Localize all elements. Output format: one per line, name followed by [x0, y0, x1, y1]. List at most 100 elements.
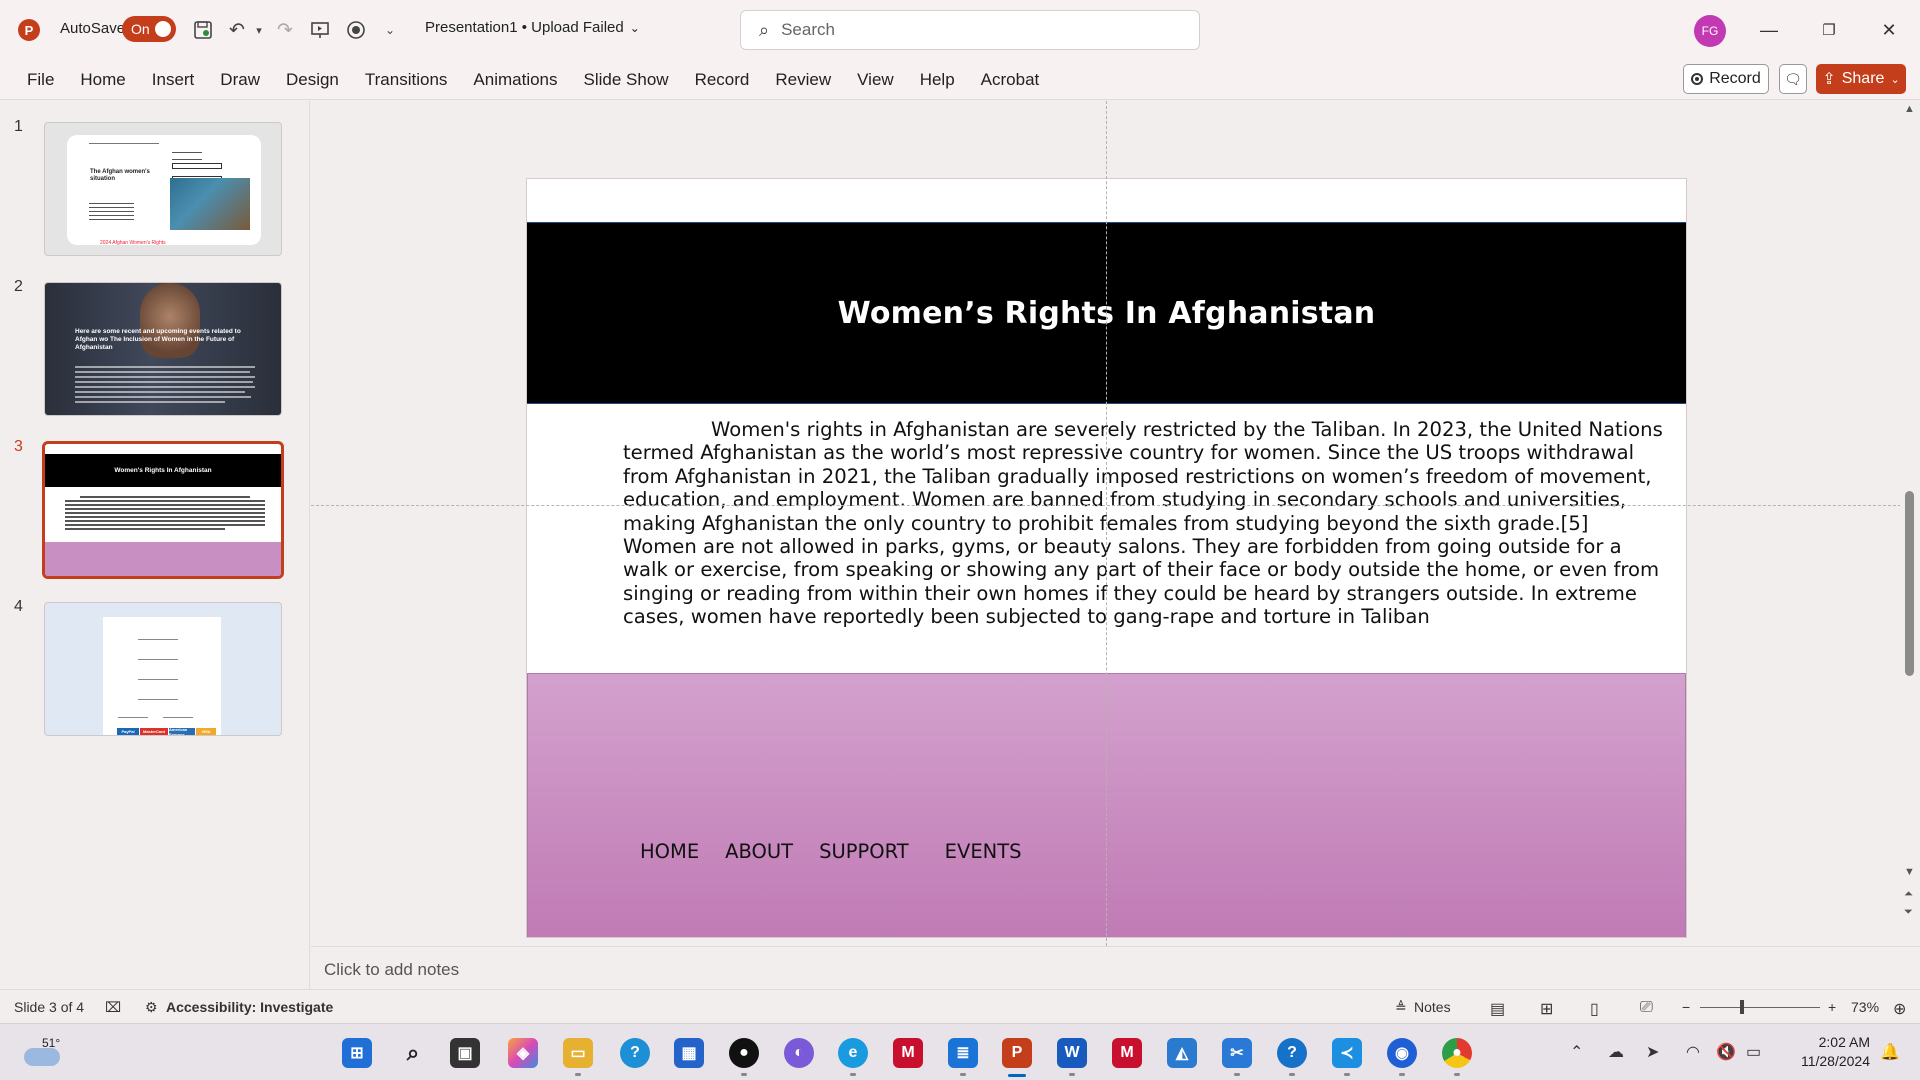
slide-sorter-icon[interactable]: ⊞ [1540, 999, 1553, 1019]
slide-thumbnail-4[interactable]: PayPal MasterCard American Express VISA [44, 602, 282, 736]
thumbnail-text-line [65, 508, 265, 510]
thumbnail-text-line [75, 396, 251, 398]
notes-placeholder[interactable]: Click to add notes [324, 960, 459, 980]
undo-dropdown-icon[interactable]: ▾ [246, 17, 272, 43]
zoom-out-icon[interactable]: − [1682, 999, 1690, 1015]
zoom-level[interactable]: 73% [1851, 999, 1879, 1015]
nav-events[interactable]: EVENTS [945, 840, 1022, 863]
tab-transitions[interactable]: Transitions [352, 70, 461, 90]
customize-toolbar-icon[interactable]: ⌄ [377, 17, 403, 43]
previous-slide-icon[interactable]: ⏶ [1904, 888, 1913, 901]
from-beginning-icon[interactable] [307, 17, 333, 43]
tab-review[interactable]: Review [762, 70, 844, 90]
clock-time: 2:02 AM [1818, 1034, 1870, 1050]
minimize-icon[interactable]: — [1746, 14, 1792, 46]
normal-view-icon[interactable]: ▤ [1490, 999, 1505, 1019]
scroll-down-icon[interactable]: ▼ [1904, 866, 1915, 878]
record-icon[interactable] [343, 17, 369, 43]
slide-thumbnail-1[interactable]: The Afghan women's situation 2024 Afghan… [44, 122, 282, 256]
record-button[interactable]: Record [1683, 64, 1769, 94]
tab-draw[interactable]: Draw [207, 70, 273, 90]
search-placeholder: Search [781, 20, 835, 39]
autosave-toggle[interactable]: On [122, 16, 176, 42]
slide-number: 1 [14, 118, 23, 135]
tab-acrobat[interactable]: Acrobat [968, 70, 1053, 90]
onedrive-error-icon[interactable]: ☁ [1608, 1042, 1624, 1062]
vertical-scrollbar[interactable]: ▲ ▼ ⏶ ⏷ [1900, 101, 1920, 946]
copilot-icon[interactable]: ◈ [508, 1038, 538, 1068]
tab-file[interactable]: File [14, 70, 67, 90]
search-input[interactable]: ⌕ Search [740, 10, 1200, 50]
zoom-slider-knob[interactable] [1740, 1000, 1744, 1014]
zoom-slider[interactable] [1700, 1007, 1820, 1008]
file-explorer-icon[interactable]: ▭ [563, 1038, 593, 1068]
redo-icon[interactable]: ↷ [272, 17, 298, 43]
slide-thumbnail-3[interactable]: Women's Rights In Afghanistan [42, 441, 284, 579]
comments-button[interactable]: 🗨 [1779, 64, 1807, 94]
notes-pane[interactable]: Click to add notes [311, 946, 1920, 989]
avatar[interactable]: FG [1694, 15, 1726, 47]
tab-design[interactable]: Design [273, 70, 352, 90]
tab-home[interactable]: Home [67, 70, 138, 90]
volume-muted-icon[interactable]: 🔇 [1716, 1042, 1736, 1062]
tab-view[interactable]: View [844, 70, 907, 90]
vscode-icon[interactable]: ≺ [1332, 1038, 1362, 1068]
microsoft-store-icon[interactable]: ▦ [674, 1038, 704, 1068]
location-icon[interactable]: ➤ [1646, 1042, 1659, 1062]
photos-icon[interactable]: ◭ [1167, 1038, 1197, 1068]
task-view-icon[interactable]: ▣ [450, 1038, 480, 1068]
vertical-guide[interactable] [1106, 101, 1107, 946]
reading-view-icon[interactable]: ▯ [1590, 999, 1599, 1019]
tab-help[interactable]: Help [907, 70, 968, 90]
notification-bell-icon[interactable]: 🔔 [1880, 1042, 1900, 1062]
document-title[interactable]: Presentation1 • Upload Failed ⌄ [425, 19, 640, 36]
slide-body-text[interactable]: Women's rights in Afghanistan are severe… [623, 418, 1663, 629]
wifi-icon[interactable]: ◠ [1686, 1042, 1700, 1062]
tab-insert[interactable]: Insert [139, 70, 208, 90]
word-icon[interactable]: W [1057, 1038, 1087, 1068]
snipping-tool-icon[interactable]: ✂ [1222, 1038, 1252, 1068]
spelling-icon[interactable]: ⌧ [105, 999, 121, 1016]
weather-widget[interactable]: 51° [24, 1036, 64, 1066]
mcafee-icon[interactable]: M [1112, 1038, 1142, 1068]
notepad-icon[interactable]: ≣ [948, 1038, 978, 1068]
app-icon[interactable]: ◉ [1387, 1038, 1417, 1068]
notes-icon[interactable]: ≜ [1395, 999, 1407, 1016]
restore-icon[interactable]: ❐ [1806, 14, 1852, 46]
tab-animations[interactable]: Animations [460, 70, 570, 90]
slide-show-icon[interactable]: ⎚ [1640, 999, 1653, 1017]
tab-record[interactable]: Record [682, 70, 763, 90]
system-clock[interactable]: 2:02 AM 11/28/2024 [1786, 1033, 1870, 1071]
scroll-up-icon[interactable]: ▲ [1904, 103, 1915, 115]
nav-about[interactable]: ABOUT [725, 840, 793, 863]
mcafee-icon[interactable]: M [893, 1038, 923, 1068]
slide-thumbnail-2[interactable]: Here are some recent and upcoming events… [44, 282, 282, 416]
next-slide-icon[interactable]: ⏷ [1904, 906, 1913, 919]
battery-icon[interactable]: ▭ [1746, 1042, 1761, 1062]
chrome-icon[interactable]: ● [1442, 1038, 1472, 1068]
edge-icon[interactable]: e [838, 1038, 868, 1068]
zoom-in-icon[interactable]: + [1828, 999, 1836, 1015]
close-icon[interactable]: ✕ [1866, 14, 1912, 46]
share-button[interactable]: ⇪ Share ⌄ [1816, 64, 1906, 94]
running-indicator [960, 1073, 966, 1076]
windows-start-icon[interactable]: ⊞ [342, 1038, 372, 1068]
quick-assist-icon[interactable]: ? [1277, 1038, 1307, 1068]
accessibility-icon[interactable]: ⚙ [145, 999, 158, 1016]
save-icon[interactable] [190, 17, 216, 43]
nav-home[interactable]: HOME [640, 840, 699, 863]
nav-support[interactable]: SUPPORT [819, 840, 909, 863]
chevron-up-icon[interactable]: ⌃ [1570, 1042, 1583, 1062]
notes-button[interactable]: Notes [1414, 999, 1451, 1015]
slide-thumbnail-panel: 1 The Afghan women's situation 2024 Afgh… [0, 101, 310, 989]
get-help-icon[interactable]: ? [620, 1038, 650, 1068]
accessibility-status[interactable]: Accessibility: Investigate [166, 999, 333, 1015]
horizontal-guide[interactable] [311, 505, 1901, 506]
fit-to-window-icon[interactable]: ⊕ [1893, 999, 1906, 1019]
app-icon[interactable]: ◐ [784, 1038, 814, 1068]
tab-slide-show[interactable]: Slide Show [571, 70, 682, 90]
github-icon[interactable]: ● [729, 1038, 759, 1068]
powerpoint-icon[interactable]: P [1002, 1038, 1032, 1068]
scrollbar-thumb[interactable] [1905, 491, 1914, 676]
search-icon[interactable]: ⌕ [398, 1038, 428, 1068]
